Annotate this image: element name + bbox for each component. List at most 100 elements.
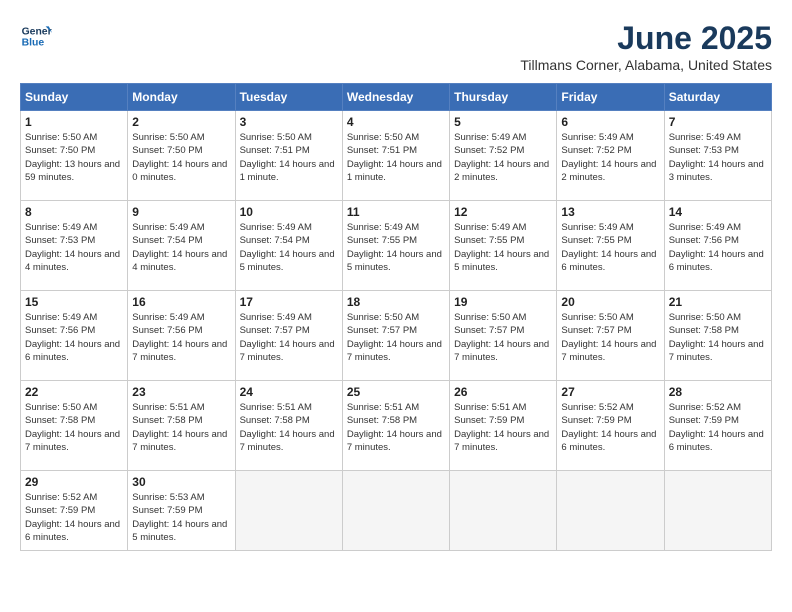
day-detail: Sunrise: 5:51 AMSunset: 7:58 PMDaylight:… bbox=[240, 401, 338, 454]
logo: General Blue bbox=[20, 20, 52, 52]
calendar-cell: 2 Sunrise: 5:50 AMSunset: 7:50 PMDaylight… bbox=[128, 111, 235, 201]
day-detail: Sunrise: 5:50 AMSunset: 7:57 PMDaylight:… bbox=[561, 311, 659, 364]
calendar-cell bbox=[235, 471, 342, 551]
day-number: 4 bbox=[347, 115, 445, 129]
calendar-cell: 20 Sunrise: 5:50 AMSunset: 7:57 PMDayligh… bbox=[557, 291, 664, 381]
day-number: 2 bbox=[132, 115, 230, 129]
day-detail: Sunrise: 5:49 AMSunset: 7:56 PMDaylight:… bbox=[669, 221, 767, 274]
day-number: 28 bbox=[669, 385, 767, 399]
day-detail: Sunrise: 5:49 AMSunset: 7:55 PMDaylight:… bbox=[454, 221, 552, 274]
day-number: 7 bbox=[669, 115, 767, 129]
day-number: 26 bbox=[454, 385, 552, 399]
day-detail: Sunrise: 5:52 AMSunset: 7:59 PMDaylight:… bbox=[25, 491, 123, 544]
day-detail: Sunrise: 5:50 AMSunset: 7:57 PMDaylight:… bbox=[454, 311, 552, 364]
calendar-cell: 7 Sunrise: 5:49 AMSunset: 7:53 PMDaylight… bbox=[664, 111, 771, 201]
day-number: 6 bbox=[561, 115, 659, 129]
day-detail: Sunrise: 5:49 AMSunset: 7:55 PMDaylight:… bbox=[561, 221, 659, 274]
day-number: 17 bbox=[240, 295, 338, 309]
calendar-cell: 13 Sunrise: 5:49 AMSunset: 7:55 PMDayligh… bbox=[557, 201, 664, 291]
calendar-cell: 15 Sunrise: 5:49 AMSunset: 7:56 PMDayligh… bbox=[21, 291, 128, 381]
day-number: 23 bbox=[132, 385, 230, 399]
day-number: 10 bbox=[240, 205, 338, 219]
day-number: 11 bbox=[347, 205, 445, 219]
calendar-cell: 28 Sunrise: 5:52 AMSunset: 7:59 PMDayligh… bbox=[664, 381, 771, 471]
day-detail: Sunrise: 5:50 AMSunset: 7:58 PMDaylight:… bbox=[25, 401, 123, 454]
day-detail: Sunrise: 5:50 AMSunset: 7:51 PMDaylight:… bbox=[347, 131, 445, 184]
day-number: 22 bbox=[25, 385, 123, 399]
calendar-cell: 24 Sunrise: 5:51 AMSunset: 7:58 PMDayligh… bbox=[235, 381, 342, 471]
location-title: Tillmans Corner, Alabama, United States bbox=[520, 57, 772, 73]
weekday-header-tuesday: Tuesday bbox=[235, 84, 342, 111]
day-detail: Sunrise: 5:50 AMSunset: 7:58 PMDaylight:… bbox=[669, 311, 767, 364]
calendar-cell: 21 Sunrise: 5:50 AMSunset: 7:58 PMDayligh… bbox=[664, 291, 771, 381]
day-detail: Sunrise: 5:49 AMSunset: 7:52 PMDaylight:… bbox=[561, 131, 659, 184]
svg-text:Blue: Blue bbox=[22, 38, 45, 49]
calendar-cell bbox=[664, 471, 771, 551]
calendar-cell: 23Sunrise: 5:51 AMSunset: 7:58 PMDayligh… bbox=[128, 381, 235, 471]
calendar-cell: 5 Sunrise: 5:49 AMSunset: 7:52 PMDaylight… bbox=[450, 111, 557, 201]
calendar-cell: 19Sunrise: 5:50 AMSunset: 7:57 PMDayligh… bbox=[450, 291, 557, 381]
day-detail: Sunrise: 5:50 AMSunset: 7:50 PMDaylight:… bbox=[132, 131, 230, 184]
calendar-table: SundayMondayTuesdayWednesdayThursdayFrid… bbox=[20, 83, 772, 551]
day-detail: Sunrise: 5:53 AMSunset: 7:59 PMDaylight:… bbox=[132, 491, 230, 544]
calendar-cell: 14Sunrise: 5:49 AMSunset: 7:56 PMDayligh… bbox=[664, 201, 771, 291]
day-detail: Sunrise: 5:49 AMSunset: 7:52 PMDaylight:… bbox=[454, 131, 552, 184]
calendar-cell: 25 Sunrise: 5:51 AMSunset: 7:58 PMDayligh… bbox=[342, 381, 449, 471]
day-detail: Sunrise: 5:51 AMSunset: 7:59 PMDaylight:… bbox=[454, 401, 552, 454]
weekday-header-friday: Friday bbox=[557, 84, 664, 111]
day-detail: Sunrise: 5:49 AMSunset: 7:57 PMDaylight:… bbox=[240, 311, 338, 364]
calendar-cell: 27Sunrise: 5:52 AMSunset: 7:59 PMDayligh… bbox=[557, 381, 664, 471]
day-detail: Sunrise: 5:49 AMSunset: 7:54 PMDaylight:… bbox=[132, 221, 230, 274]
day-detail: Sunrise: 5:49 AMSunset: 7:54 PMDaylight:… bbox=[240, 221, 338, 274]
day-number: 5 bbox=[454, 115, 552, 129]
day-number: 15 bbox=[25, 295, 123, 309]
day-detail: Sunrise: 5:51 AMSunset: 7:58 PMDaylight:… bbox=[347, 401, 445, 454]
day-detail: Sunrise: 5:49 AMSunset: 7:53 PMDaylight:… bbox=[25, 221, 123, 274]
calendar-cell bbox=[342, 471, 449, 551]
day-number: 21 bbox=[669, 295, 767, 309]
day-detail: Sunrise: 5:49 AMSunset: 7:55 PMDaylight:… bbox=[347, 221, 445, 274]
day-number: 18 bbox=[347, 295, 445, 309]
weekday-header-sunday: Sunday bbox=[21, 84, 128, 111]
calendar-cell: 18 Sunrise: 5:50 AMSunset: 7:57 PMDayligh… bbox=[342, 291, 449, 381]
calendar-cell bbox=[557, 471, 664, 551]
weekday-header-saturday: Saturday bbox=[664, 84, 771, 111]
page-header: General Blue June 2025 Tillmans Corner, … bbox=[20, 20, 772, 73]
calendar-cell: 1Sunrise: 5:50 AMSunset: 7:50 PMDaylight… bbox=[21, 111, 128, 201]
week-row-1: 1Sunrise: 5:50 AMSunset: 7:50 PMDaylight… bbox=[21, 111, 772, 201]
day-detail: Sunrise: 5:50 AMSunset: 7:50 PMDaylight:… bbox=[25, 131, 123, 184]
calendar-cell: 26 Sunrise: 5:51 AMSunset: 7:59 PMDayligh… bbox=[450, 381, 557, 471]
title-area: June 2025 Tillmans Corner, Alabama, Unit… bbox=[520, 20, 772, 73]
calendar-cell: 8Sunrise: 5:49 AMSunset: 7:53 PMDaylight… bbox=[21, 201, 128, 291]
calendar-cell bbox=[450, 471, 557, 551]
day-number: 24 bbox=[240, 385, 338, 399]
calendar-cell: 6 Sunrise: 5:49 AMSunset: 7:52 PMDaylight… bbox=[557, 111, 664, 201]
day-detail: Sunrise: 5:50 AMSunset: 7:57 PMDaylight:… bbox=[347, 311, 445, 364]
day-number: 13 bbox=[561, 205, 659, 219]
week-row-4: 22 Sunrise: 5:50 AMSunset: 7:58 PMDayligh… bbox=[21, 381, 772, 471]
day-detail: Sunrise: 5:49 AMSunset: 7:56 PMDaylight:… bbox=[132, 311, 230, 364]
day-number: 29 bbox=[25, 475, 123, 489]
day-number: 25 bbox=[347, 385, 445, 399]
calendar-cell: 3 Sunrise: 5:50 AMSunset: 7:51 PMDaylight… bbox=[235, 111, 342, 201]
calendar-cell: 4 Sunrise: 5:50 AMSunset: 7:51 PMDaylight… bbox=[342, 111, 449, 201]
day-detail: Sunrise: 5:49 AMSunset: 7:53 PMDaylight:… bbox=[669, 131, 767, 184]
day-number: 30 bbox=[132, 475, 230, 489]
calendar-cell: 30 Sunrise: 5:53 AMSunset: 7:59 PMDayligh… bbox=[128, 471, 235, 551]
day-number: 3 bbox=[240, 115, 338, 129]
weekday-header-monday: Monday bbox=[128, 84, 235, 111]
day-detail: Sunrise: 5:49 AMSunset: 7:56 PMDaylight:… bbox=[25, 311, 123, 364]
day-number: 9 bbox=[132, 205, 230, 219]
week-row-2: 8Sunrise: 5:49 AMSunset: 7:53 PMDaylight… bbox=[21, 201, 772, 291]
day-detail: Sunrise: 5:52 AMSunset: 7:59 PMDaylight:… bbox=[561, 401, 659, 454]
weekday-header-wednesday: Wednesday bbox=[342, 84, 449, 111]
calendar-cell: 29 Sunrise: 5:52 AMSunset: 7:59 PMDayligh… bbox=[21, 471, 128, 551]
day-detail: Sunrise: 5:50 AMSunset: 7:51 PMDaylight:… bbox=[240, 131, 338, 184]
weekday-header-thursday: Thursday bbox=[450, 84, 557, 111]
day-number: 16 bbox=[132, 295, 230, 309]
day-number: 20 bbox=[561, 295, 659, 309]
day-number: 12 bbox=[454, 205, 552, 219]
logo-icon: General Blue bbox=[20, 20, 52, 52]
calendar-cell: 10 Sunrise: 5:49 AMSunset: 7:54 PMDayligh… bbox=[235, 201, 342, 291]
day-detail: Sunrise: 5:52 AMSunset: 7:59 PMDaylight:… bbox=[669, 401, 767, 454]
